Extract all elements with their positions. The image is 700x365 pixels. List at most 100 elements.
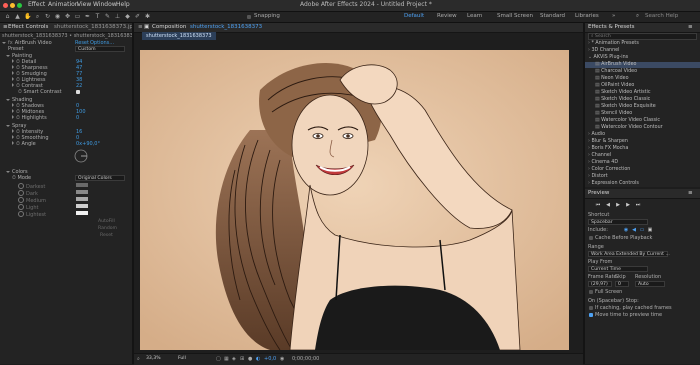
snapshot-icon[interactable]: ◉ — [280, 356, 284, 362]
menu-view[interactable]: View — [77, 1, 91, 8]
home-icon[interactable]: ⌂ — [4, 13, 11, 20]
skip-dropdown[interactable]: 0 — [615, 281, 629, 287]
composition-sub-tab[interactable]: shutterstock_1831638373 — [142, 32, 216, 40]
clone-stamp-tool-icon[interactable]: ⊥ — [114, 13, 121, 20]
timecode[interactable]: 0;00;00;00 — [292, 356, 319, 362]
brush-tool-icon[interactable]: ✎ — [104, 13, 111, 20]
panel-menu-icon[interactable]: ≡ — [688, 23, 693, 32]
pan-behind-tool-icon[interactable]: ✥ — [64, 13, 71, 20]
include-overlays-icon[interactable]: ▭ — [639, 227, 645, 233]
workspace-libraries[interactable]: Libraries — [575, 13, 599, 19]
shortcut-dropdown[interactable]: Spacebar — [588, 219, 648, 225]
effect-item[interactable]: ▤ Sketch Video Artistic — [585, 90, 700, 96]
roto-brush-tool-icon[interactable]: ✐ — [134, 13, 141, 20]
effect-item[interactable]: ▤ OilPaint Video — [585, 83, 700, 89]
first-frame-icon[interactable]: ⏮ — [595, 202, 601, 208]
angle-dial[interactable] — [74, 149, 88, 163]
selection-tool-icon[interactable]: ▲ — [14, 13, 21, 20]
effect-item[interactable]: ▤ Watercolor Video Classic — [585, 118, 700, 124]
effect-item[interactable]: ▤ Sketch Video Exquisite — [585, 104, 700, 110]
effects-presets-tab[interactable]: Effects & Presets — [588, 23, 635, 32]
swatch-medium[interactable] — [76, 197, 88, 201]
snapping-checkbox[interactable] — [247, 15, 251, 19]
minimize-window-icon[interactable] — [10, 3, 15, 8]
mode-dropdown[interactable]: Original Colors — [75, 175, 125, 181]
effect-category[interactable]: › Blur & Sharpen — [585, 139, 700, 145]
full-screen-checkbox[interactable] — [589, 290, 593, 294]
rotate-tool-icon[interactable]: ↻ — [44, 13, 51, 20]
resolution-dropdown[interactable]: Full — [176, 356, 202, 362]
pen-tool-icon[interactable]: ✒ — [84, 13, 91, 20]
range-dropdown[interactable]: Work Area Extended By Current ... — [588, 251, 670, 257]
effect-category[interactable]: › Color Correction — [585, 167, 700, 173]
effect-item[interactable]: ▤ Sketch Video Classic — [585, 97, 700, 103]
channel-icon[interactable]: ● — [248, 356, 252, 362]
smart-contrast-checkbox[interactable] — [76, 90, 80, 94]
previous-frame-icon[interactable]: ◀ — [605, 202, 611, 208]
include-video-icon[interactable]: ◉ — [623, 227, 629, 233]
camera-tool-icon[interactable]: ◉ — [54, 13, 61, 20]
workspace-standard[interactable]: Standard — [540, 13, 565, 19]
type-tool-icon[interactable]: T — [94, 13, 101, 20]
panel-menu-icon[interactable]: ≡ — [688, 189, 693, 198]
composition-name[interactable]: shutterstock_1831638373 — [190, 23, 262, 32]
composition-tab[interactable]: Composition — [152, 23, 186, 32]
search-help-input[interactable]: Search Help — [645, 13, 678, 19]
workspace-learn[interactable]: Learn — [467, 13, 482, 19]
if-caching-checkbox[interactable] — [589, 306, 593, 310]
menu-animation[interactable]: Animation — [48, 1, 79, 8]
effect-item[interactable]: ▤ Charcoal Video — [585, 69, 700, 75]
random-button[interactable]: Random — [98, 226, 117, 231]
effect-category[interactable]: › 3D Channel — [585, 48, 700, 54]
swatch-dark[interactable] — [76, 190, 88, 194]
include-layer-controls-icon[interactable]: ▣ — [647, 227, 653, 233]
eraser-tool-icon[interactable]: ◆ — [124, 13, 131, 20]
workspace-small-screen[interactable]: Small Screen — [497, 13, 533, 19]
region-of-interest-icon[interactable]: ▢ — [216, 356, 221, 362]
magnify-icon[interactable]: ⌕ — [137, 356, 140, 362]
menu-effect[interactable]: Effect — [28, 1, 45, 8]
zoom-window-icon[interactable] — [17, 3, 22, 8]
effect-category[interactable]: ⌄ AKVIS Plug-ins — [585, 55, 700, 61]
workspace-default[interactable]: Default — [404, 13, 424, 19]
resolution-dropdown[interactable]: Auto — [635, 281, 665, 287]
menu-help[interactable]: Help — [116, 1, 130, 8]
transparency-grid-icon[interactable]: ▦ — [224, 356, 229, 362]
panel-menu-icon[interactable]: ≡ — [3, 23, 8, 32]
reset-colors-button[interactable]: Reset — [100, 233, 113, 238]
play-from-dropdown[interactable]: Current Time — [588, 266, 648, 272]
include-audio-icon[interactable]: ◀ — [631, 227, 637, 233]
effect-category[interactable]: › * Animation Presets — [585, 41, 700, 47]
preset-dropdown[interactable]: Custom — [75, 46, 125, 52]
autofill-button[interactable]: AutoFill — [98, 219, 115, 224]
param-highlights-value[interactable]: 0 — [76, 115, 79, 121]
close-window-icon[interactable] — [3, 3, 8, 8]
exposure-icon[interactable]: ◐ — [256, 356, 260, 362]
exposure-value[interactable]: +0,0 — [264, 356, 276, 362]
search-help-icon[interactable]: ⌕ — [636, 13, 639, 20]
swatch-darkest[interactable] — [76, 183, 88, 187]
zoom-tool-icon[interactable]: ⌕ — [34, 13, 41, 20]
preview-tab[interactable]: Preview — [588, 189, 609, 198]
effect-category[interactable]: › Cinema 4D — [585, 160, 700, 166]
effect-category[interactable]: › Audio — [585, 132, 700, 138]
workspace-review[interactable]: Review — [437, 13, 457, 19]
effect-item[interactable]: ▤ Watercolor Video Contour — [585, 125, 700, 131]
hand-tool-icon[interactable]: ✋ — [24, 13, 31, 20]
effect-category[interactable]: › Channel — [585, 153, 700, 159]
effect-item[interactable]: ▤ AirBrush Video — [585, 62, 700, 68]
cache-before-playback-checkbox[interactable] — [589, 236, 593, 240]
workspace-menu-icon[interactable]: » — [612, 13, 615, 19]
rectangle-tool-icon[interactable]: ▭ — [74, 13, 81, 20]
swatch-light[interactable] — [76, 204, 88, 208]
effect-category[interactable]: › Distort — [585, 174, 700, 180]
menu-window[interactable]: Window — [93, 1, 117, 8]
effect-controls-tab[interactable]: Effect Controls — [8, 23, 48, 32]
frame-rate-dropdown[interactable]: (29,97) — [588, 281, 612, 287]
mask-visibility-icon[interactable]: ◈ — [232, 356, 236, 362]
effect-item[interactable]: ▤ Stencil Video — [585, 111, 700, 117]
lock-icon[interactable]: ▣ — [144, 23, 149, 32]
effect-category[interactable]: › Boris FX Mocha — [585, 146, 700, 152]
play-icon[interactable]: ▶ — [615, 202, 621, 208]
last-frame-icon[interactable]: ⏭ — [635, 202, 641, 208]
